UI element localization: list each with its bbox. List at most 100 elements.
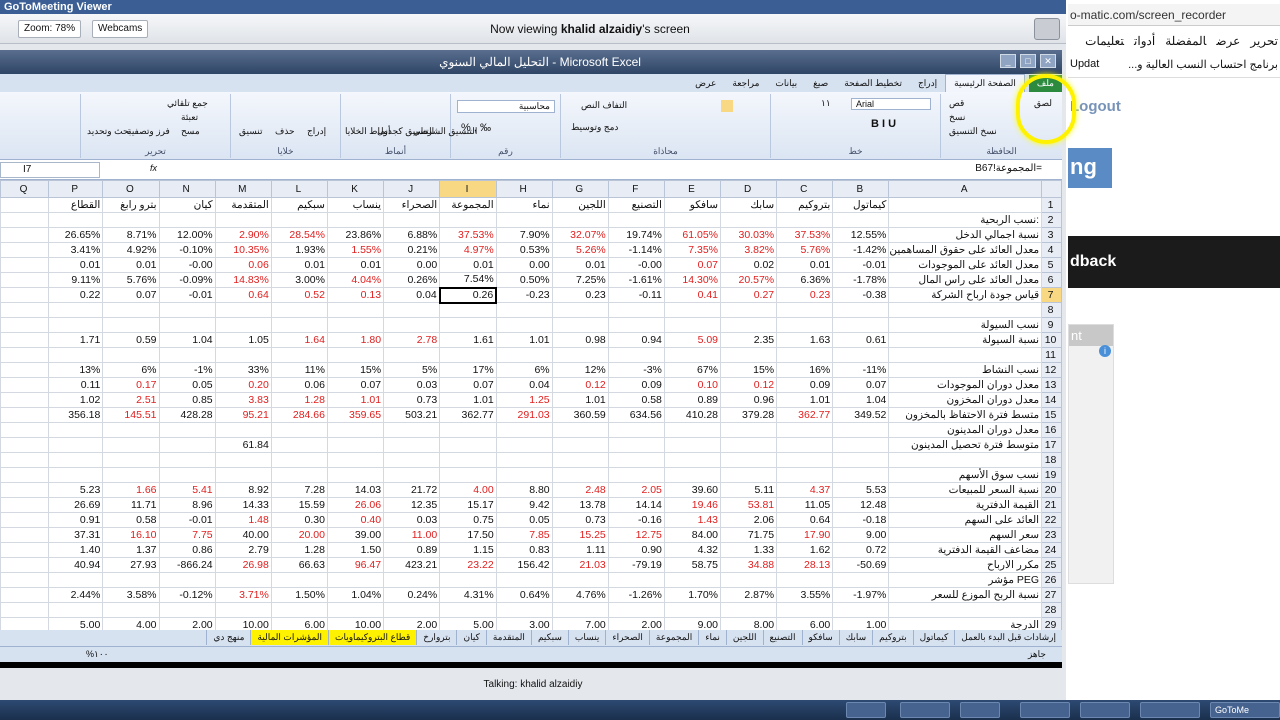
column-header[interactable]: L: [270, 180, 328, 198]
cell[interactable]: [0, 257, 50, 273]
cell[interactable]: [102, 467, 160, 483]
cell[interactable]: 0.53%: [495, 242, 553, 258]
cell[interactable]: 1.04: [158, 332, 216, 348]
cell[interactable]: [720, 212, 778, 228]
cell[interactable]: -0.12%: [158, 587, 216, 603]
cell[interactable]: [383, 422, 441, 438]
cell[interactable]: 28.54%: [270, 227, 328, 243]
column-header[interactable]: J: [383, 180, 441, 198]
cell[interactable]: 16.10: [102, 527, 160, 543]
cell[interactable]: -1.61%: [607, 272, 665, 288]
cell[interactable]: 0.98: [551, 332, 609, 348]
cell[interactable]: 0.40: [326, 512, 385, 528]
cell[interactable]: [326, 422, 385, 438]
row-header[interactable]: 2: [1041, 212, 1062, 228]
cell[interactable]: 4.92%: [102, 242, 160, 258]
cell[interactable]: [495, 302, 553, 318]
cell[interactable]: 1.05: [214, 332, 272, 348]
cell[interactable]: 360.59: [551, 407, 609, 423]
cell[interactable]: [0, 557, 50, 573]
cell[interactable]: [495, 602, 553, 618]
cell[interactable]: 2.00: [158, 617, 216, 630]
cell[interactable]: 2.00: [383, 617, 441, 630]
cell[interactable]: 4.76%: [551, 587, 609, 603]
cell[interactable]: [158, 212, 216, 228]
cell[interactable]: 291.03: [495, 407, 553, 423]
cell[interactable]: كيماتول: [832, 197, 890, 213]
cell[interactable]: متسط فترة الاحتفاظ بالمخزون: [888, 407, 1043, 423]
cell[interactable]: 0.61: [832, 332, 890, 348]
cell[interactable]: [439, 347, 497, 363]
cell[interactable]: [551, 452, 609, 468]
cell[interactable]: 12%: [551, 362, 609, 378]
cell[interactable]: 0.07: [326, 377, 385, 393]
cell[interactable]: 6%: [495, 362, 553, 378]
sort-filter-button[interactable]: فرز وتصفية: [127, 126, 170, 137]
cell[interactable]: 0.12: [720, 377, 778, 393]
cell[interactable]: 8.00: [720, 617, 778, 630]
zoom-dropdown[interactable]: Zoom: 78%: [18, 20, 82, 38]
cell[interactable]: [720, 317, 778, 333]
cell[interactable]: [832, 302, 890, 318]
cell[interactable]: [0, 482, 50, 498]
cell[interactable]: [551, 572, 609, 588]
cell[interactable]: 0.30: [270, 512, 328, 528]
cell[interactable]: [832, 602, 890, 618]
cell[interactable]: -3%: [607, 362, 665, 378]
cell[interactable]: 0.89: [383, 542, 441, 558]
cell[interactable]: 410.28: [663, 407, 722, 423]
cell[interactable]: 11.00: [383, 527, 441, 543]
cell[interactable]: 1.15: [439, 542, 497, 558]
insert-cells-button[interactable]: إدراج: [307, 126, 326, 137]
cell[interactable]: 15%: [720, 362, 778, 378]
cell[interactable]: 15%: [326, 362, 385, 378]
browser-menu-item[interactable]: عرض: [1216, 34, 1240, 48]
cell[interactable]: 2.44%: [48, 587, 104, 603]
cell[interactable]: [326, 452, 385, 468]
cell[interactable]: [0, 302, 50, 318]
cell[interactable]: 1.93%: [270, 242, 328, 258]
cell[interactable]: 14.30%: [663, 272, 722, 288]
cell[interactable]: 2.05: [607, 482, 665, 498]
cell[interactable]: -1%: [158, 362, 216, 378]
cell[interactable]: 1.62: [776, 542, 834, 558]
cell[interactable]: 0.75: [439, 512, 497, 528]
cell[interactable]: -0.01: [832, 257, 890, 273]
cell[interactable]: نسبة السيولة: [888, 332, 1043, 348]
cell[interactable]: 20.00: [270, 527, 328, 543]
cell[interactable]: [888, 302, 1043, 318]
cell[interactable]: [720, 302, 778, 318]
sheet-tab[interactable]: المجموعة: [648, 630, 698, 645]
cell[interactable]: [270, 317, 328, 333]
cell[interactable]: 0.17: [102, 377, 160, 393]
cell[interactable]: [383, 572, 441, 588]
row-header[interactable]: 23: [1041, 527, 1062, 543]
cell[interactable]: 3.83: [214, 392, 272, 408]
webcams-button[interactable]: Webcams: [92, 20, 149, 38]
cell[interactable]: 71.75: [720, 527, 778, 543]
cell[interactable]: [0, 572, 50, 588]
cell[interactable]: 0.07: [663, 257, 722, 273]
cell[interactable]: 0.24%: [383, 587, 441, 603]
row-header[interactable]: 28: [1041, 602, 1062, 618]
cell[interactable]: [214, 302, 272, 318]
cell[interactable]: [663, 317, 722, 333]
cell[interactable]: [439, 467, 497, 483]
cell[interactable]: [48, 422, 104, 438]
cell[interactable]: 15.25: [551, 527, 609, 543]
cell[interactable]: 37.53%: [776, 227, 834, 243]
row-header[interactable]: 17: [1041, 437, 1062, 453]
cell[interactable]: 1.37: [102, 542, 160, 558]
cell[interactable]: 0.41: [663, 287, 722, 303]
cell[interactable]: [551, 422, 609, 438]
cell[interactable]: 0.00: [383, 257, 441, 273]
cell[interactable]: الصحراء: [383, 197, 441, 213]
sheet-tab[interactable]: سبكيم: [530, 630, 568, 645]
cell[interactable]: 423.21: [383, 557, 441, 573]
gotomeeting-taskbar-item[interactable]: GoToMe: [1210, 702, 1280, 718]
cell[interactable]: [0, 542, 50, 558]
cell[interactable]: 14.14: [607, 497, 665, 513]
cell[interactable]: 21.72: [383, 482, 441, 498]
bold-icon[interactable]: B I U: [871, 118, 896, 130]
cell[interactable]: [776, 602, 834, 618]
